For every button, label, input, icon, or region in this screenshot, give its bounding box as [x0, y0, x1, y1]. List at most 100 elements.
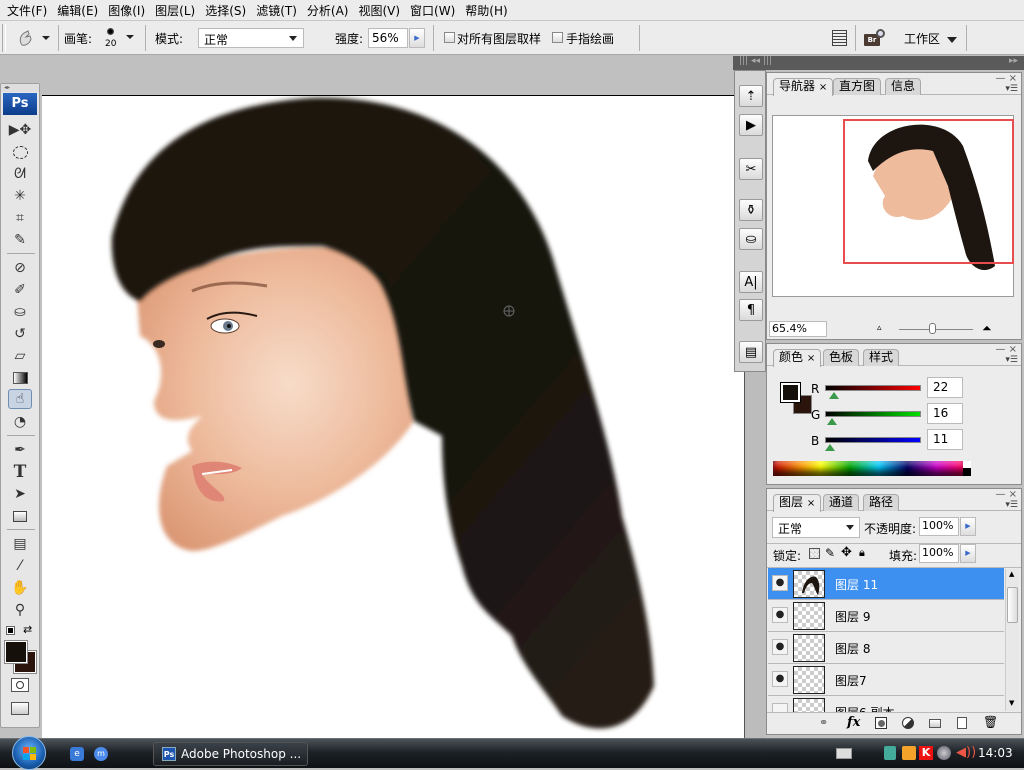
link-layers-icon[interactable]: ⚭ — [819, 716, 828, 729]
brushes-panel-button[interactable]: ⚱ — [739, 199, 763, 221]
channel-slider[interactable] — [825, 437, 921, 443]
menu-view[interactable]: 视图(V) — [355, 2, 407, 19]
fill-slider-button[interactable]: ▶ — [960, 544, 976, 563]
scroll-up-icon[interactable]: ▲ — [1009, 570, 1014, 578]
eyedropper-tool[interactable]: ⁄ — [8, 556, 32, 576]
layer-row[interactable]: ● 图层 9 — [768, 600, 1004, 632]
actions-panel-button[interactable]: ▶ — [739, 114, 763, 136]
eye-icon[interactable]: ● — [772, 671, 788, 687]
navigator-zoom-thumb[interactable] — [929, 323, 936, 334]
eye-icon[interactable]: ● — [772, 575, 788, 591]
close-tab-icon[interactable]: × — [807, 353, 815, 364]
layer-row[interactable]: ● 图层 8 — [768, 632, 1004, 664]
gradient-tool[interactable] — [8, 368, 32, 388]
menu-window[interactable]: 窗口(W) — [407, 2, 462, 19]
lock-transparency-icon[interactable] — [809, 548, 820, 559]
opacity-input[interactable]: 100% — [919, 517, 959, 536]
history-panel-button[interactable]: ⇡ — [739, 85, 763, 107]
hand-tool[interactable]: ✋ — [8, 578, 32, 598]
notes-tool[interactable]: ▤ — [8, 534, 32, 554]
tray-kaspersky-icon[interactable]: K — [919, 746, 933, 760]
quicklaunch-ie-icon[interactable]: e — [70, 747, 84, 761]
panel-controls[interactable]: — × — [995, 344, 1017, 355]
panel-menu-icon[interactable]: ▾☰ — [1005, 355, 1018, 365]
tab-paths[interactable]: 路径 — [863, 494, 900, 511]
panel-menu-icon[interactable]: ▾☰ — [1005, 500, 1018, 510]
healing-brush-tool[interactable]: ⊘ — [8, 258, 32, 278]
navigator-zoom-slider[interactable] — [899, 329, 973, 330]
tray-app-icon[interactable] — [902, 746, 916, 760]
ps-logo[interactable]: Ps — [3, 93, 37, 115]
scroll-down-icon[interactable]: ▼ — [1009, 699, 1014, 707]
menu-help[interactable]: 帮助(H) — [462, 2, 514, 19]
add-mask-icon[interactable] — [875, 717, 887, 729]
language-bar-icon[interactable] — [836, 748, 852, 759]
finger-painting-checkbox[interactable] — [552, 32, 563, 43]
layer-row[interactable]: ● 图层 11 — [768, 568, 1004, 600]
panel-menu-icon[interactable]: ▾☰ — [1005, 84, 1018, 94]
start-button[interactable] — [12, 736, 46, 770]
mode-select[interactable]: 正常 — [198, 28, 304, 48]
layers-scrollbar[interactable]: ▲ ▼ — [1005, 569, 1019, 711]
screen-mode-button[interactable] — [11, 702, 29, 715]
strength-input[interactable]: 56% — [368, 28, 408, 48]
tab-swatches[interactable]: 色板 — [823, 349, 860, 366]
eye-icon[interactable]: ● — [772, 607, 788, 623]
sample-all-layers-checkbox[interactable] — [444, 32, 455, 43]
options-grip[interactable] — [2, 24, 6, 52]
brush-tool[interactable]: ✐ — [8, 280, 32, 300]
channel-slider[interactable] — [825, 385, 921, 391]
delete-layer-icon[interactable]: 🗑︎ — [983, 715, 998, 729]
quick-mask-button[interactable] — [11, 678, 29, 692]
white-swatch[interactable] — [963, 461, 971, 468]
paragraph-panel-button[interactable]: ¶ — [739, 299, 763, 321]
collapse-dock-icon[interactable]: ||| ◂◂ ||| — [739, 56, 772, 66]
layer-row[interactable]: ● 图层7 — [768, 664, 1004, 696]
color-panel-foreground-swatch[interactable] — [780, 382, 801, 403]
panel-controls[interactable]: — × — [995, 73, 1017, 84]
zoom-in-icon[interactable]: ⏶ — [982, 321, 992, 336]
tray-network-icon[interactable] — [884, 746, 896, 760]
channel-value-input[interactable]: 22 — [927, 377, 963, 398]
toolbox-collapse[interactable]: ◂▸ — [1, 84, 39, 92]
tab-layers[interactable]: 图层 × — [773, 494, 822, 512]
blend-mode-select[interactable]: 正常 — [772, 517, 860, 538]
menu-select[interactable]: 选择(S) — [202, 2, 253, 19]
opacity-slider-button[interactable]: ▶ — [960, 517, 976, 536]
layer-style-icon[interactable]: fx — [847, 715, 860, 730]
tab-channels[interactable]: 通道 — [823, 494, 860, 511]
lock-position-icon[interactable]: ✥ — [841, 545, 852, 560]
tray-disc-icon[interactable] — [937, 746, 951, 760]
tab-styles[interactable]: 样式 — [863, 349, 900, 366]
tray-volume-icon[interactable]: ◀)) — [956, 745, 976, 760]
layer-comps-button[interactable]: ▤ — [739, 341, 763, 363]
visibility-toggle[interactable] — [772, 703, 788, 712]
taskbar-photoshop-button[interactable]: Ps Adobe Photoshop ... — [153, 742, 308, 766]
palette-well-icon[interactable] — [832, 30, 847, 46]
lock-all-icon[interactable]: 🔒︎ — [859, 546, 865, 560]
adjustment-layer-icon[interactable] — [902, 717, 914, 729]
tool-presets-button[interactable]: ✂ — [739, 158, 763, 180]
character-panel-button[interactable]: A| — [739, 271, 763, 293]
eye-icon[interactable]: ● — [772, 639, 788, 655]
tab-histogram[interactable]: 直方图 — [833, 78, 882, 95]
navigator-preview[interactable] — [772, 115, 1014, 297]
tool-preset-picker[interactable] — [16, 26, 52, 50]
menu-edit[interactable]: 编辑(E) — [54, 2, 105, 19]
lasso-tool[interactable]: ᘛ — [8, 164, 32, 184]
tab-info[interactable]: 信息 — [885, 78, 922, 95]
expand-dock-icon[interactable]: ▸▸ — [1009, 56, 1018, 66]
history-brush-tool[interactable]: ↺ — [8, 324, 32, 344]
zoom-tool[interactable]: ⚲ — [8, 600, 32, 620]
close-tab-icon[interactable]: × — [807, 498, 815, 509]
default-colors-icon[interactable] — [6, 626, 15, 635]
menu-layer[interactable]: 图层(L) — [152, 2, 202, 19]
color-ramp[interactable] — [773, 461, 965, 476]
dodge-tool[interactable]: ◔ — [8, 412, 32, 432]
black-swatch[interactable] — [963, 468, 971, 476]
clone-stamp-tool[interactable]: ⛀ — [8, 302, 32, 322]
swap-colors-icon[interactable]: ⇄ — [23, 623, 32, 636]
fill-input[interactable]: 100% — [919, 544, 959, 563]
panel-controls[interactable]: — × — [995, 489, 1017, 500]
eraser-tool[interactable]: ▱ — [8, 346, 32, 366]
